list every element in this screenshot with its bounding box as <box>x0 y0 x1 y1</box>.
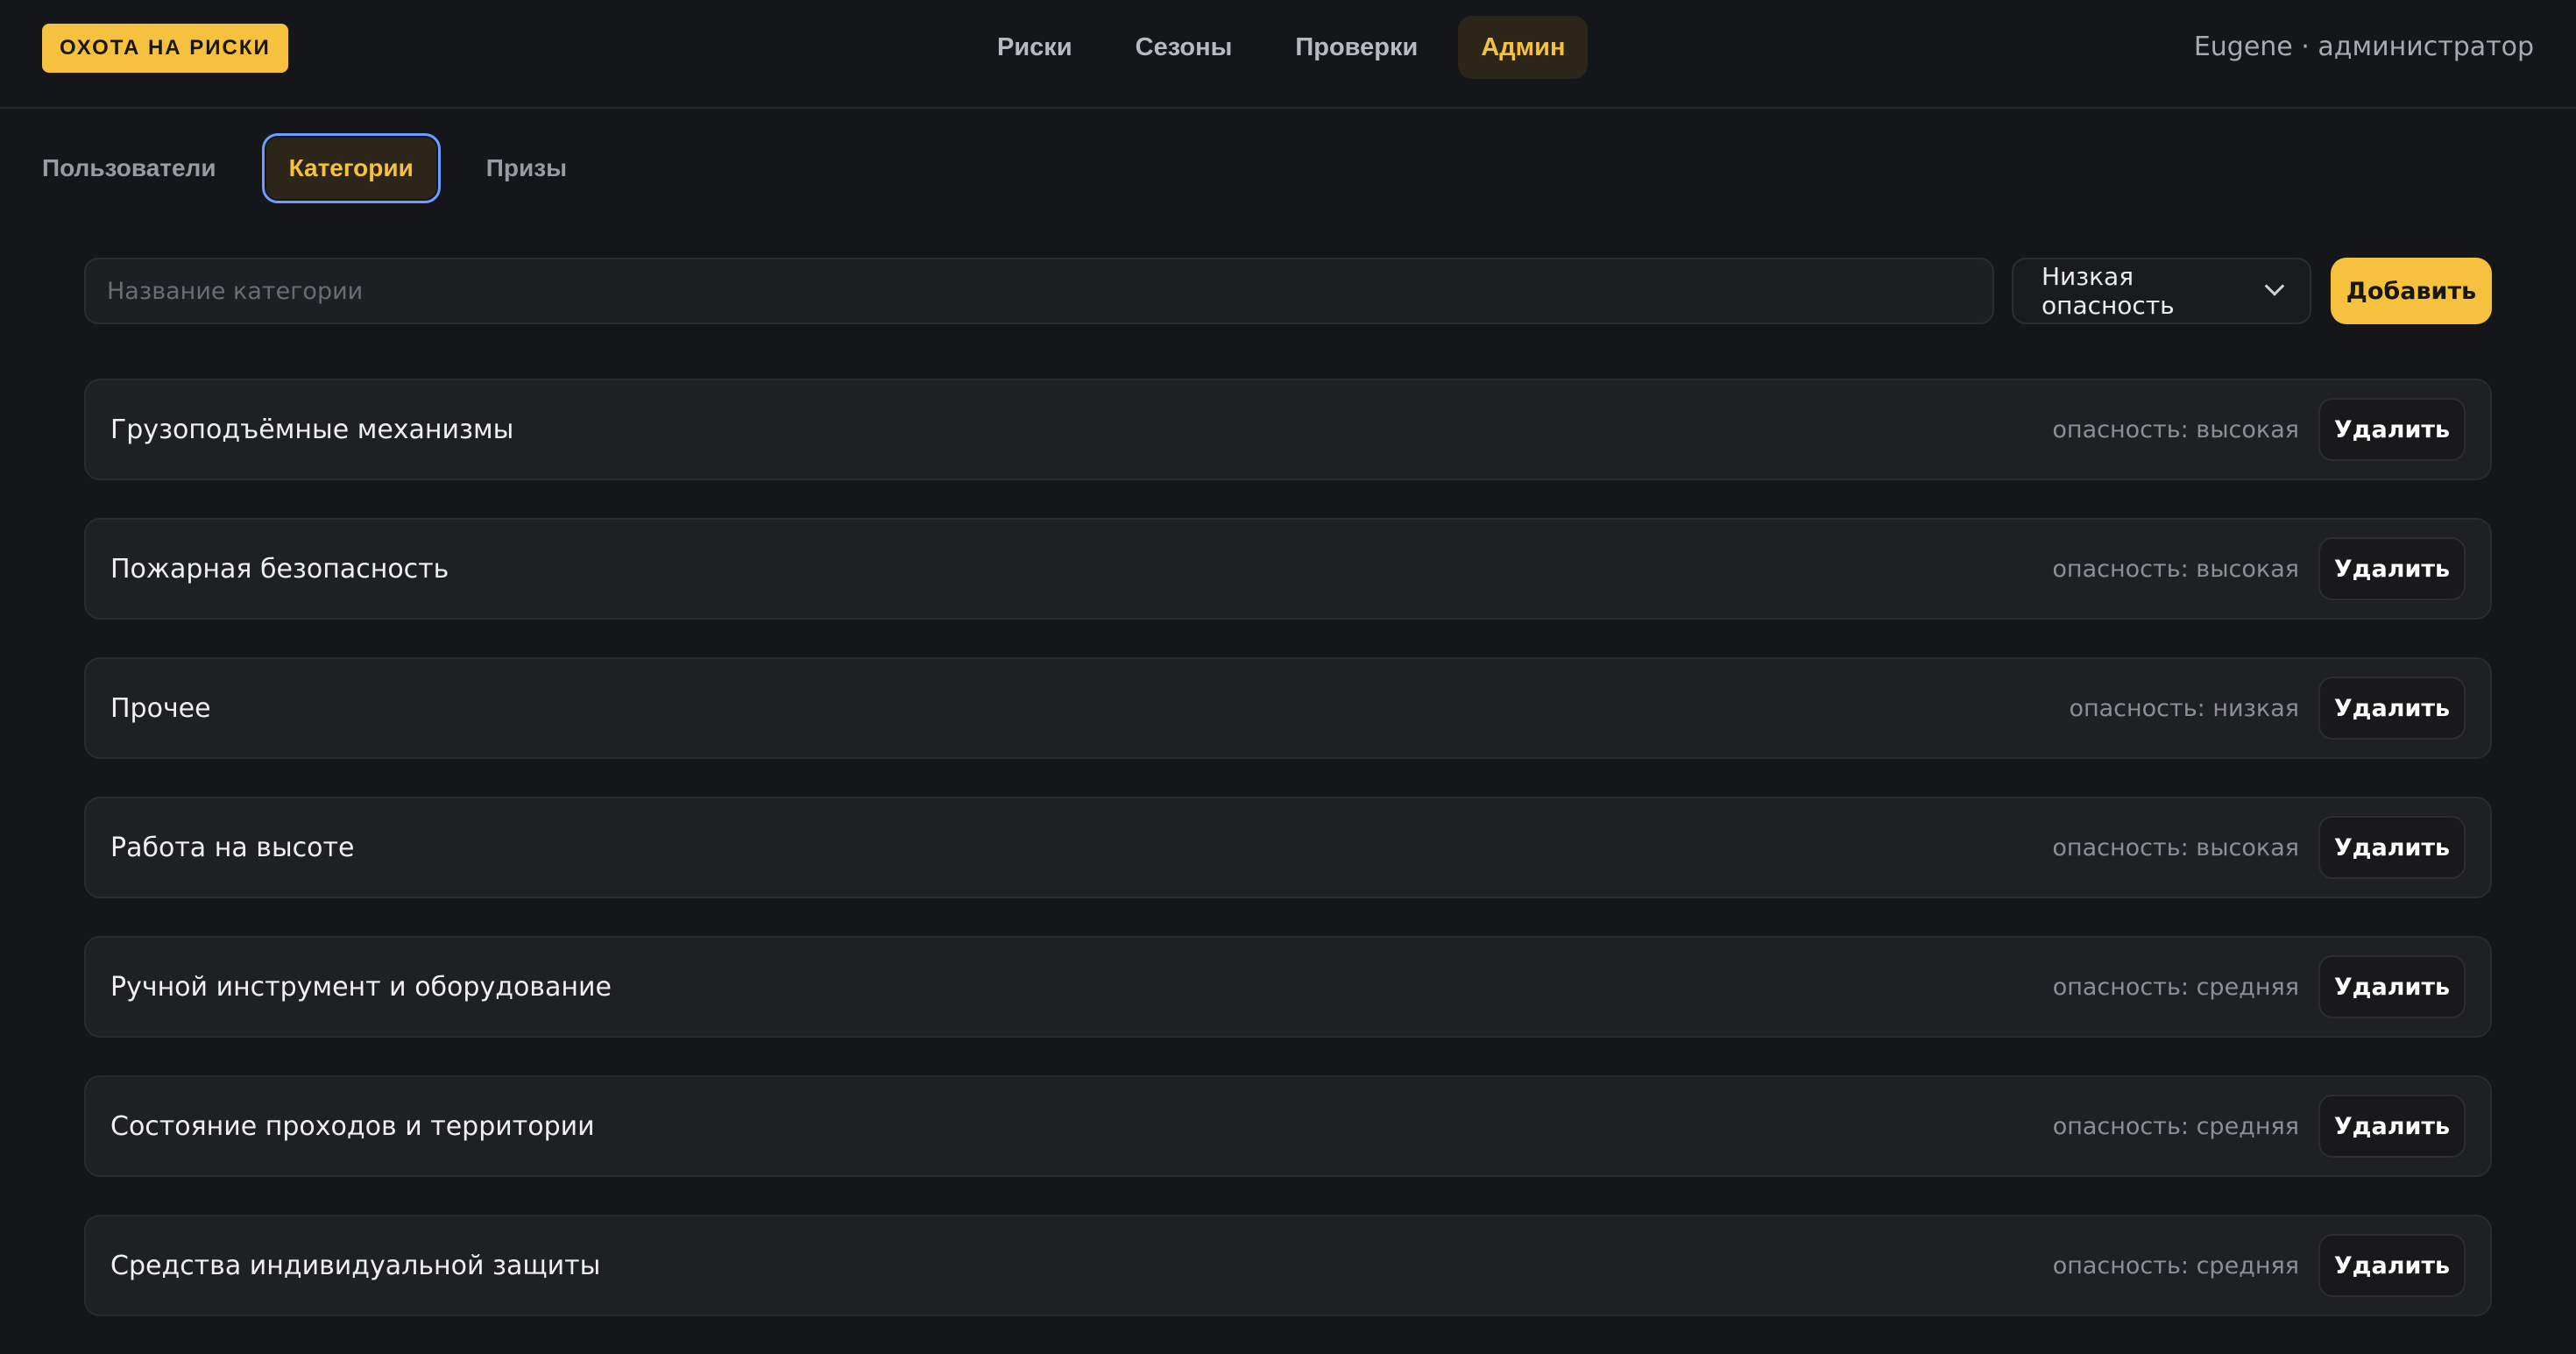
list-item: Пожарная безопасность опасность: высокая… <box>84 518 2492 620</box>
list-item: Грузоподъёмные механизмы опасность: высо… <box>84 379 2492 480</box>
category-name: Средства индивидуальной защиты <box>110 1250 601 1281</box>
delete-button[interactable]: Удалить <box>2318 1095 2466 1158</box>
category-name-input[interactable] <box>84 258 1994 324</box>
delete-button[interactable]: Удалить <box>2318 816 2466 879</box>
tab-prizes[interactable]: Призы <box>462 133 591 203</box>
list-item: Состояние проходов и территории опасност… <box>84 1075 2492 1177</box>
tab-categories[interactable]: Категории <box>261 133 441 203</box>
danger-level-selected: Низкая опасность <box>2042 262 2175 320</box>
delete-button[interactable]: Удалить <box>2318 398 2466 461</box>
category-danger: опасность: средняя <box>2052 1112 2299 1140</box>
delete-button[interactable]: Удалить <box>2318 955 2466 1018</box>
delete-button[interactable]: Удалить <box>2318 1234 2466 1297</box>
nav-item-inspections[interactable]: Проверки <box>1272 16 1440 79</box>
category-name: Пожарная безопасность <box>110 553 449 585</box>
category-list: Грузоподъёмные механизмы опасность: высо… <box>84 379 2492 1354</box>
category-name: Грузоподъёмные механизмы <box>110 414 514 445</box>
category-danger: опасность: низкая <box>2069 694 2299 722</box>
admin-tabs: Пользователи Категории Призы <box>42 133 591 203</box>
list-item: Прочее опасность: низкая Удалить <box>84 657 2492 759</box>
category-danger: опасность: средняя <box>2052 1251 2299 1280</box>
add-category-form: Низкая опасность Добавить <box>84 258 2492 324</box>
delete-button[interactable]: Удалить <box>2318 677 2466 740</box>
nav-item-seasons[interactable]: Сезоны <box>1113 16 1256 79</box>
category-danger: опасность: средняя <box>2052 973 2299 1001</box>
category-danger: опасность: высокая <box>2052 415 2299 443</box>
delete-button[interactable]: Удалить <box>2318 537 2466 600</box>
category-name: Прочее <box>110 692 211 724</box>
category-name: Ручной инструмент и оборудование <box>110 971 612 1003</box>
list-item: Средства индивидуальной защиты опасность… <box>84 1215 2492 1316</box>
main-nav: Риски Сезоны Проверки Админ <box>974 16 1589 79</box>
nav-item-risks[interactable]: Риски <box>974 16 1095 79</box>
category-danger: опасность: высокая <box>2052 833 2299 861</box>
list-item: Работа на высоте опасность: высокая Удал… <box>84 797 2492 898</box>
user-info: Eugene · администратор <box>2193 32 2534 62</box>
tab-users[interactable]: Пользователи <box>18 133 241 203</box>
danger-level-select[interactable]: Низкая опасность <box>2012 258 2311 324</box>
category-name: Состояние проходов и территории <box>110 1110 595 1142</box>
nav-item-admin[interactable]: Админ <box>1458 16 1589 79</box>
add-category-button[interactable]: Добавить <box>2331 258 2492 324</box>
top-bar: ОХОТА НА РИСКИ Риски Сезоны Проверки Адм… <box>0 0 2576 109</box>
list-item: Ручной инструмент и оборудование опаснос… <box>84 936 2492 1038</box>
app-logo[interactable]: ОХОТА НА РИСКИ <box>42 24 288 73</box>
category-danger: опасность: высокая <box>2052 555 2299 583</box>
category-name: Работа на высоте <box>110 832 355 863</box>
